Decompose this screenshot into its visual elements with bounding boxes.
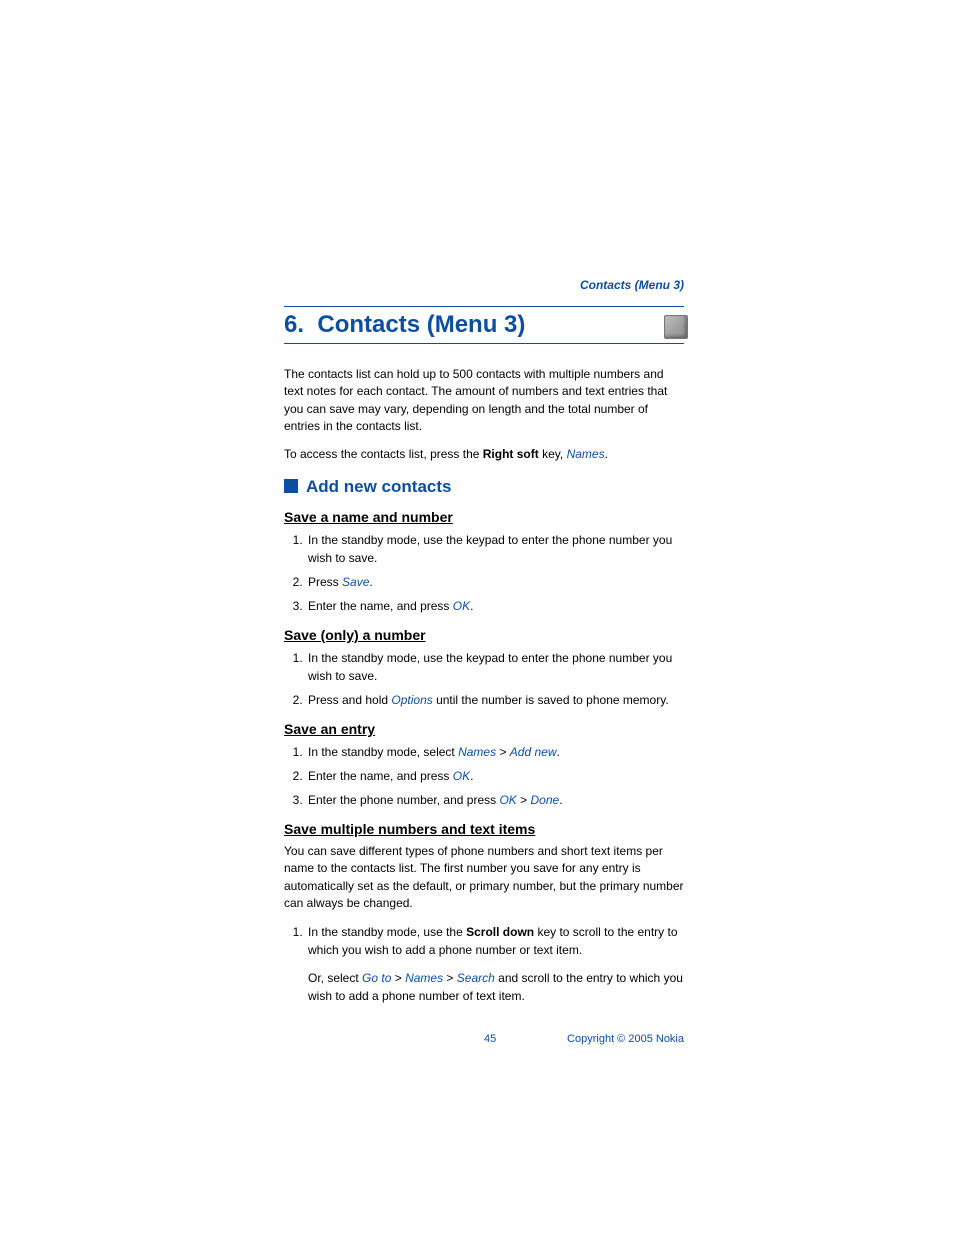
text-fragment: . — [369, 575, 372, 589]
text-fragment: Press and hold — [308, 693, 391, 707]
done-link[interactable]: Done — [531, 793, 560, 807]
text-fragment: . — [470, 769, 473, 783]
names-link[interactable]: Names — [458, 745, 496, 759]
step: In the standby mode, use the keypad to e… — [306, 649, 684, 685]
subhead-save-only-number: Save (only) a number — [284, 627, 684, 643]
names-link[interactable]: Names — [567, 447, 605, 461]
add-new-link[interactable]: Add new — [510, 745, 557, 759]
scroll-down-key-label: Scroll down — [466, 925, 534, 939]
text-fragment: Enter the phone number, and press — [308, 793, 499, 807]
steps-save-entry: In the standby mode, select Names > Add … — [284, 743, 684, 809]
section-title-text: Add new contacts — [306, 477, 451, 496]
go-to-link[interactable]: Go to — [362, 971, 391, 985]
names-link[interactable]: Names — [405, 971, 443, 985]
step: Enter the name, and press OK. — [306, 767, 684, 785]
ok-link[interactable]: OK — [499, 793, 516, 807]
step: Press and hold Options until the number … — [306, 691, 684, 709]
text-fragment: Press — [308, 575, 342, 589]
or-select-note: Or, select Go to > Names > Search and sc… — [308, 969, 684, 1005]
running-head: Contacts (Menu 3) — [580, 278, 684, 292]
step: Press Save. — [306, 573, 684, 591]
search-link[interactable]: Search — [457, 971, 495, 985]
right-soft-key-label: Right soft — [483, 447, 539, 461]
text-fragment: until the number is saved to phone memor… — [433, 693, 669, 707]
ok-link[interactable]: OK — [453, 599, 470, 613]
step: Enter the name, and press OK. — [306, 597, 684, 615]
intro-paragraph-2: To access the contacts list, press the R… — [284, 446, 684, 463]
page-footer: 45 Copyright © 2005 Nokia — [284, 1033, 684, 1045]
chapter-title: 6. Contacts (Menu 3) — [284, 306, 684, 344]
steps-save-name-number: In the standby mode, use the keypad to e… — [284, 531, 684, 615]
text-fragment: In the standby mode, use the — [308, 925, 466, 939]
contacts-icon — [664, 315, 688, 339]
text-fragment: > — [496, 745, 510, 759]
options-link[interactable]: Options — [391, 693, 432, 707]
copyright-text: Copyright © 2005 Nokia — [567, 1033, 684, 1045]
text-fragment: To access the contacts list, press the — [284, 447, 483, 461]
intro-paragraph-1: The contacts list can hold up to 500 con… — [284, 366, 684, 436]
text-fragment: > — [391, 971, 405, 985]
section-add-new-contacts: Add new contacts — [284, 477, 684, 497]
steps-save-multiple: In the standby mode, use the Scroll down… — [284, 923, 684, 959]
step: In the standby mode, use the keypad to e… — [306, 531, 684, 567]
step: In the standby mode, select Names > Add … — [306, 743, 684, 761]
subhead-save-entry: Save an entry — [284, 721, 684, 737]
save-multiple-paragraph: You can save different types of phone nu… — [284, 843, 684, 913]
text-fragment: Enter the name, and press — [308, 769, 453, 783]
text-fragment: Enter the name, and press — [308, 599, 453, 613]
chapter-title-text: Contacts (Menu 3) — [317, 311, 525, 338]
text-fragment: Or, select — [308, 971, 362, 985]
page-number: 45 — [484, 1033, 496, 1045]
save-link[interactable]: Save — [342, 575, 369, 589]
text-fragment: > — [443, 971, 457, 985]
ok-link[interactable]: OK — [453, 769, 470, 783]
text-fragment: > — [517, 793, 531, 807]
document-page: Contacts (Menu 3) 6. Contacts (Menu 3) T… — [0, 0, 954, 1105]
step: Enter the phone number, and press OK > D… — [306, 791, 684, 809]
subhead-save-name-number: Save a name and number — [284, 509, 684, 525]
square-bullet-icon — [284, 479, 298, 493]
text-fragment: In the standby mode, select — [308, 745, 458, 759]
subhead-save-multiple: Save multiple numbers and text items — [284, 821, 684, 837]
step: In the standby mode, use the Scroll down… — [306, 923, 684, 959]
text-fragment: . — [470, 599, 473, 613]
text-fragment: . — [559, 793, 562, 807]
text-fragment: . — [557, 745, 560, 759]
steps-save-only-number: In the standby mode, use the keypad to e… — [284, 649, 684, 709]
chapter-number: 6. — [284, 311, 304, 338]
text-fragment: key, — [539, 447, 567, 461]
text-fragment: . — [605, 447, 608, 461]
